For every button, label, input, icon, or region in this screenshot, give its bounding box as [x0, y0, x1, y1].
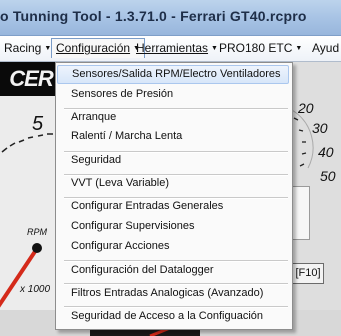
menu-item-filtros-entradas[interactable]: Filtros Entradas Analogicas (Avanzado): [57, 284, 289, 303]
brand-logo: CER: [0, 62, 62, 96]
menu-item-seguridad-acceso[interactable]: Seguridad de Acceso a la Configuación: [57, 307, 289, 326]
window-title: o Tunning Tool - 1.3.71.0 - Ferrari GT40…: [0, 8, 307, 24]
menu-item-arranque[interactable]: Arranque: [57, 108, 289, 127]
chevron-down-icon: ▼: [211, 44, 218, 52]
f10-button[interactable]: [F10]: [292, 263, 324, 284]
menu-pro180[interactable]: PRO180 ETC ▼: [219, 41, 302, 56]
menu-ayuda-label: Ayud: [312, 41, 340, 55]
needle-hub: [32, 243, 42, 253]
menu-item-sensores-salida-rpm[interactable]: Sensores/Salida RPM/Electro Ventiladores: [57, 65, 289, 84]
menu-herramientas[interactable]: Herramientas ▼: [136, 41, 218, 56]
rpm-label: RPM: [27, 227, 47, 237]
rpm-multiplier: x 1000: [20, 284, 51, 295]
menu-item-entradas-generales[interactable]: Configurar Entradas Generales: [57, 197, 289, 216]
menu-item-datalogger[interactable]: Configuración del Datalogger: [57, 261, 289, 280]
menu-item-supervisiones[interactable]: Configurar Supervisiones: [57, 217, 289, 236]
menu-racing[interactable]: Racing ▼: [4, 41, 51, 56]
right-gauge-tick: 20: [298, 100, 314, 116]
right-gauge-tick: 50: [320, 168, 336, 184]
menu-item-ralenti[interactable]: Ralentí / Marcha Lenta: [57, 127, 289, 146]
menu-ayuda[interactable]: Ayud: [312, 41, 339, 55]
menu-racing-label: Racing: [4, 41, 42, 55]
logo-text: CER: [9, 66, 53, 91]
menu-configuracion[interactable]: Configuración ▼: [51, 38, 145, 58]
rpm-tick-5: 5: [32, 113, 44, 135]
chevron-down-icon: ▼: [295, 44, 303, 52]
window-titlebar: o Tunning Tool - 1.3.71.0 - Ferrari GT40…: [0, 0, 341, 36]
menu-bar: Racing ▼ Configuración ▼ Herramientas ▼ PRO…: [0, 36, 341, 62]
menu-configuracion-label: Configuración: [56, 41, 131, 55]
menu-herramientas-label: Herramientas: [136, 41, 209, 55]
menu-item-acciones[interactable]: Configurar Acciones: [57, 237, 289, 256]
menu-pro180-label: PRO180 ETC: [219, 41, 293, 55]
menu-item-seguridad[interactable]: Seguridad: [57, 151, 289, 170]
right-gauge-tick: 30: [312, 120, 328, 136]
right-gauge-tick: 40: [318, 144, 334, 160]
menu-item-vvt[interactable]: VVT (Leva Variable): [57, 174, 289, 193]
menu-item-sensores-presion[interactable]: Sensores de Presión: [57, 85, 289, 104]
configuracion-dropdown-menu: Sensores/Salida RPM/Electro Ventiladores…: [55, 62, 293, 330]
side-display-panel: [292, 186, 310, 240]
